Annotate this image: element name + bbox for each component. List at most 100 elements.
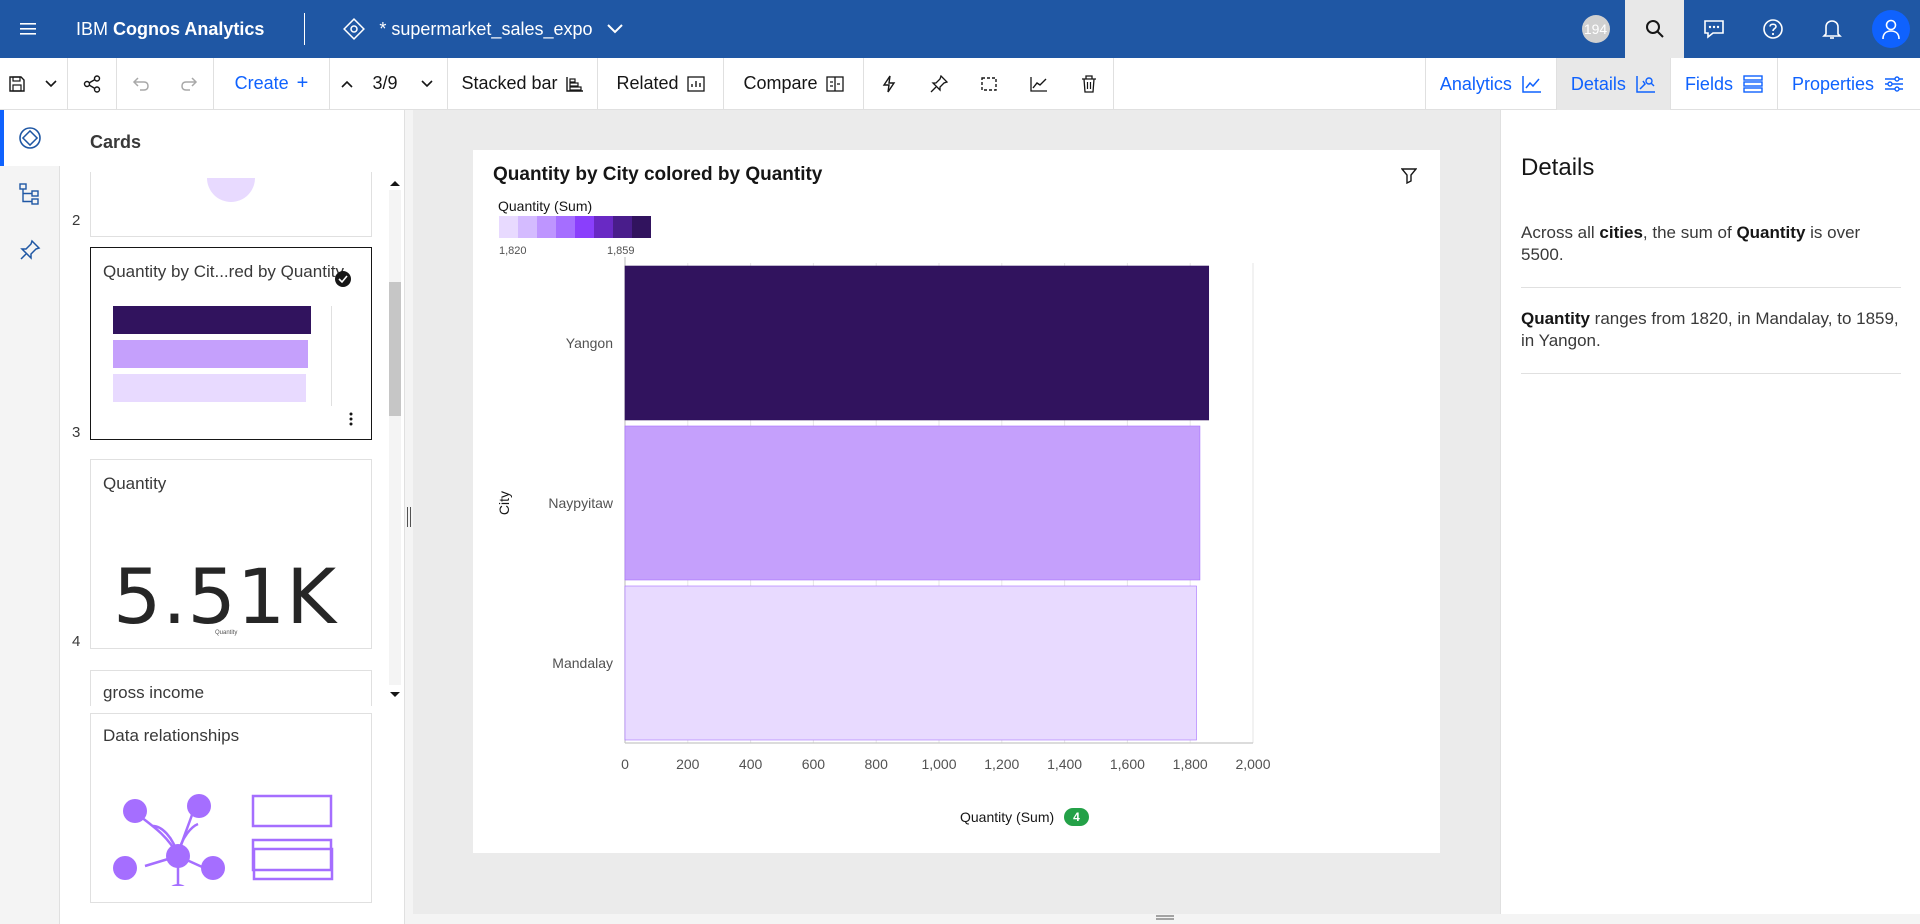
- avatar: [1871, 10, 1910, 48]
- next-card-button[interactable]: [406, 57, 448, 110]
- tab-fields[interactable]: Fields: [1669, 58, 1777, 110]
- select-area-button[interactable]: [964, 58, 1014, 110]
- details-icon: [1636, 76, 1655, 93]
- chevron-down-icon: [606, 24, 623, 34]
- tab-details[interactable]: Details: [1555, 58, 1670, 110]
- insight-bold: cities: [1599, 223, 1643, 242]
- chat-button[interactable]: [1684, 0, 1743, 58]
- hamburger-icon: [19, 23, 36, 35]
- document-title: * supermarket_sales_expo: [379, 18, 593, 39]
- y-tick-label: Mandalay: [552, 655, 613, 671]
- page-indicator-text: 3/9: [372, 73, 398, 93]
- user-profile-button[interactable]: [1861, 0, 1920, 58]
- card-number: 3: [72, 424, 81, 441]
- analytics-icon: [1522, 76, 1541, 93]
- help-icon: [1762, 19, 1783, 39]
- header-divider: [304, 13, 306, 45]
- field-count-badge: 4: [1064, 808, 1089, 826]
- plus-icon: +: [296, 72, 309, 94]
- card-3[interactable]: Quantity by Cit...red by Quantity: [90, 247, 372, 440]
- search-icon: [1645, 20, 1664, 38]
- notifications-button[interactable]: [1802, 0, 1861, 58]
- hierarchy-icon: [19, 183, 39, 205]
- undo-button[interactable]: [117, 58, 165, 110]
- scroll-thumb[interactable]: [389, 282, 401, 416]
- thumbnail-bar: [113, 374, 306, 402]
- help-button[interactable]: [1743, 0, 1802, 58]
- search-button[interactable]: [1625, 0, 1684, 58]
- redo-icon: [181, 76, 198, 91]
- rail-navigation-button[interactable]: [0, 166, 60, 222]
- data-relationships-card[interactable]: Data relationships: [90, 713, 372, 903]
- related-label: Related: [616, 73, 679, 93]
- create-button[interactable]: Create +: [214, 57, 330, 110]
- cards-scrollbar[interactable]: [385, 175, 403, 697]
- chart-card: Quantity by City colored by Quantity Qua…: [473, 150, 1440, 853]
- x-axis-title-group: Quantity (Sum) 4: [960, 808, 1089, 826]
- bell-icon: [1821, 20, 1842, 39]
- related-button[interactable]: Related: [598, 57, 724, 110]
- delete-button[interactable]: [1064, 57, 1114, 110]
- details-panel: Details Across all cities, the sum of Qu…: [1500, 110, 1920, 914]
- user-count-badge[interactable]: 194: [1566, 0, 1625, 58]
- card-number: 2: [72, 212, 81, 229]
- compare-button[interactable]: Compare: [724, 57, 864, 110]
- thumbnail-axis: [331, 306, 332, 406]
- previous-card-button[interactable]: [330, 58, 364, 110]
- tab-properties[interactable]: Properties: [1776, 58, 1920, 110]
- card-2[interactable]: [90, 172, 372, 237]
- x-tick-label: 200: [676, 756, 700, 772]
- save-button[interactable]: [0, 58, 34, 110]
- related-icon: [686, 75, 705, 92]
- trend-button[interactable]: [1014, 58, 1064, 110]
- exploration-icon: [343, 18, 366, 40]
- fields-icon: [1743, 75, 1763, 93]
- insights-button[interactable]: [864, 58, 914, 110]
- card-title: gross income: [103, 683, 205, 702]
- menu-button[interactable]: [0, 0, 55, 58]
- insight-summary: Across all cities, the sum of Quantity i…: [1521, 222, 1901, 266]
- insight-divider: [1521, 373, 1901, 374]
- brand-name: IBM Cognos Analytics: [76, 18, 265, 39]
- chevron-down-icon: [420, 79, 433, 87]
- document-switcher[interactable]: * supermarket_sales_expo: [343, 18, 623, 40]
- x-tick-label: 0: [621, 756, 629, 772]
- card-title: Quantity by Cit...red by Quantity: [103, 262, 344, 281]
- overflow-menu-icon[interactable]: [348, 411, 354, 427]
- card-gross-income[interactable]: gross income: [90, 670, 372, 706]
- save-menu-button[interactable]: [34, 57, 68, 110]
- y-tick-label: Yangon: [566, 335, 613, 351]
- create-label: Create: [234, 73, 289, 93]
- relationship-box-icon: [252, 847, 334, 881]
- bar: [624, 585, 1197, 741]
- redo-button[interactable]: [165, 57, 214, 110]
- bottom-resize-handle[interactable]: [1155, 914, 1175, 922]
- cards-panel-title: Cards: [90, 132, 142, 152]
- x-tick-label: 1,400: [1047, 756, 1082, 772]
- bar-chart: 0 200 400 600 800 1,000 1,200 1,400 1,600 1,800 2,…: [496, 257, 1271, 772]
- viz-type-button[interactable]: Stacked bar: [448, 57, 598, 110]
- rail-cards-button[interactable]: [0, 110, 60, 166]
- panel-resize-handle[interactable]: [405, 505, 413, 529]
- x-tick-label: 1,000: [921, 756, 956, 772]
- rail-pins-button[interactable]: [0, 222, 60, 278]
- bar: [624, 425, 1201, 581]
- thumbnail-bar: [113, 340, 308, 368]
- share-button[interactable]: [68, 57, 117, 110]
- x-tick-label: 800: [865, 756, 889, 772]
- pin-button[interactable]: [914, 58, 964, 110]
- kpi-caption: Quantity: [215, 630, 238, 636]
- card-4[interactable]: Quantity 5.51K Quantity: [90, 459, 372, 649]
- user-icon: [1881, 19, 1900, 40]
- bar: [624, 265, 1210, 421]
- card-title: Quantity: [103, 474, 167, 493]
- insight-bold: Quantity: [1736, 223, 1806, 242]
- trash-icon: [1081, 74, 1096, 93]
- left-rail: [0, 110, 60, 924]
- tab-fields-label: Fields: [1684, 73, 1733, 94]
- app-header: IBM Cognos Analytics * supermarket_sales…: [0, 0, 1920, 58]
- kpi-value: 5.51K: [113, 552, 338, 641]
- card-title: Data relationships: [103, 726, 240, 745]
- undo-icon: [132, 76, 149, 91]
- tab-analytics[interactable]: Analytics: [1424, 58, 1556, 110]
